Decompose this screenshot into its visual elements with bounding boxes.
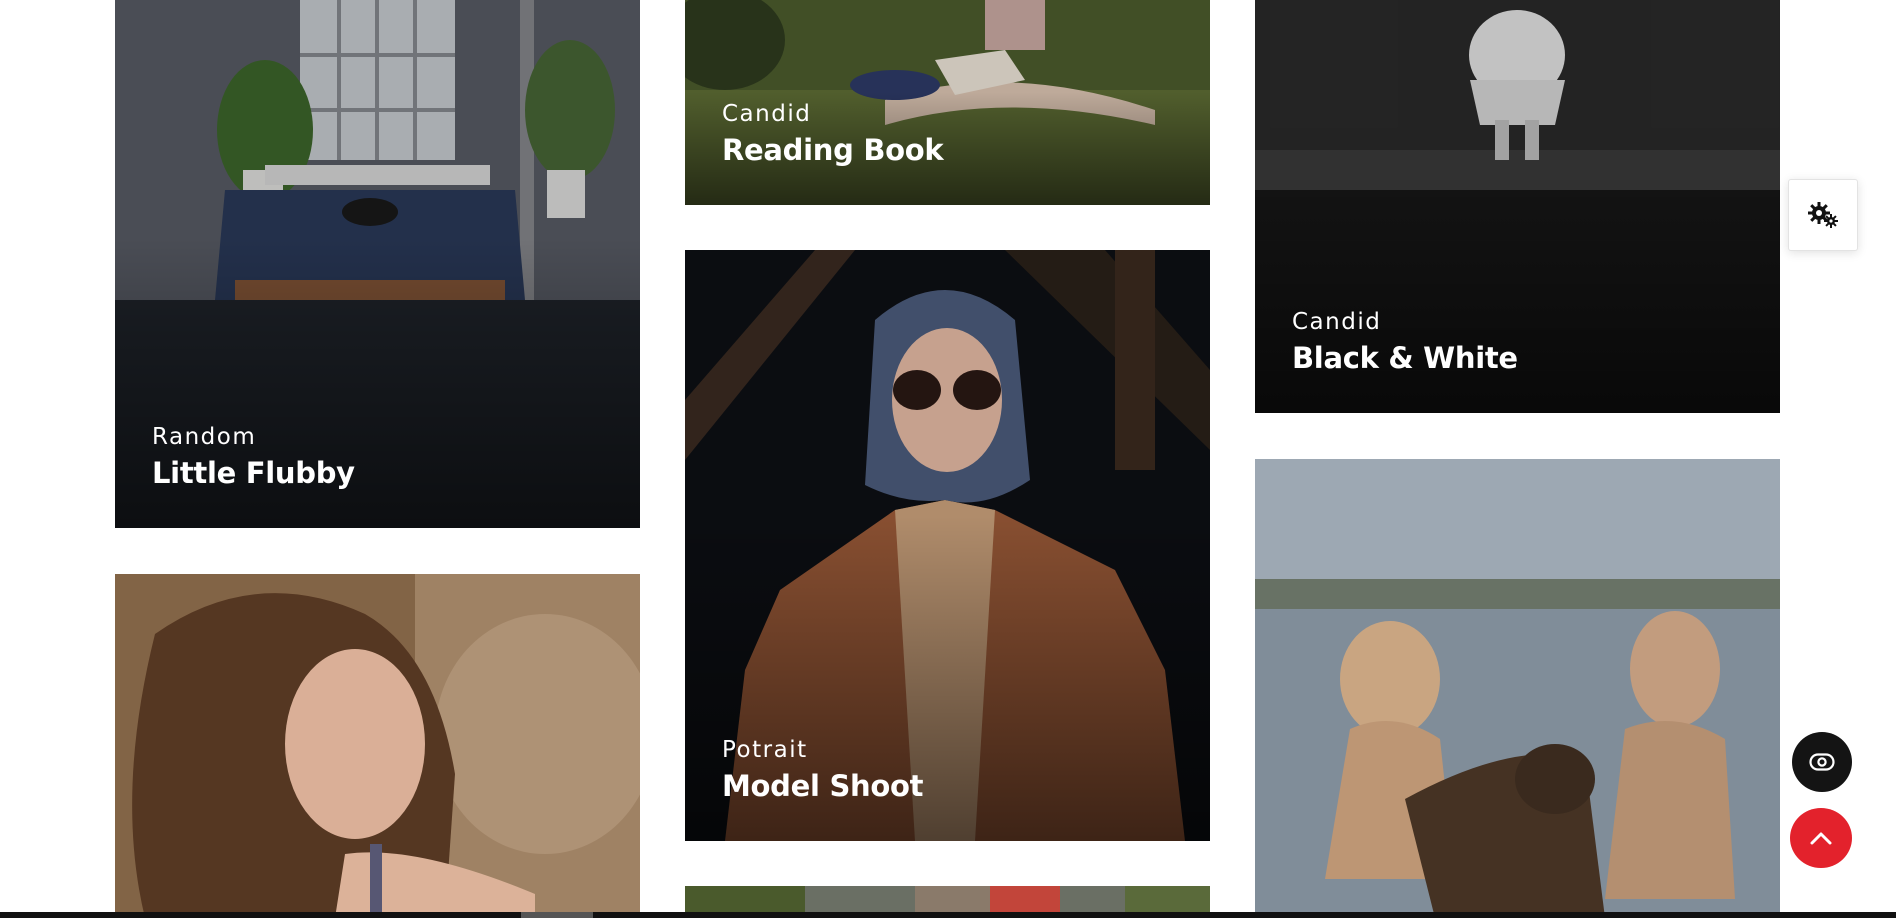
tile-caption: Potrait Model Shoot: [722, 737, 923, 803]
tile-category: Potrait: [722, 737, 808, 763]
horizontal-scrollbar[interactable]: [0, 912, 1896, 918]
beach-photo: [1255, 459, 1780, 918]
tile-category: Random: [152, 424, 257, 450]
tile-caption: Candid Black & White: [1292, 309, 1518, 375]
preview-button[interactable]: [1792, 732, 1852, 792]
tile-title[interactable]: Reading Book: [722, 133, 944, 167]
gallery-item-model-shoot[interactable]: Potrait Model Shoot: [685, 250, 1210, 841]
tile-caption: Candid Reading Book: [722, 101, 944, 167]
tile-title[interactable]: Little Flubby: [152, 456, 355, 490]
scrollbar-thumb[interactable]: [521, 912, 593, 918]
gears-icon: [1808, 202, 1838, 228]
scroll-top-button[interactable]: [1790, 808, 1852, 868]
settings-button[interactable]: [1788, 179, 1858, 251]
gallery-item-beach[interactable]: [1255, 459, 1780, 918]
gallery-item-little-flubby[interactable]: Random Little Flubby: [115, 0, 640, 528]
portrait-photo: [115, 574, 640, 918]
tile-category: Candid: [722, 101, 812, 127]
eye-icon: [1809, 753, 1835, 771]
gallery-item-black-and-white[interactable]: Candid Black & White: [1255, 0, 1780, 413]
tile-title[interactable]: Model Shoot: [722, 769, 923, 803]
chevron-up-icon: [1810, 832, 1832, 845]
tile-category: Candid: [1292, 309, 1382, 335]
gallery-item-reading-book[interactable]: Candid Reading Book: [685, 0, 1210, 205]
gallery-item-portrait[interactable]: [115, 574, 640, 918]
tile-caption: Random Little Flubby: [152, 424, 355, 490]
tile-gradient: [1255, 185, 1780, 413]
tile-title[interactable]: Black & White: [1292, 341, 1518, 375]
